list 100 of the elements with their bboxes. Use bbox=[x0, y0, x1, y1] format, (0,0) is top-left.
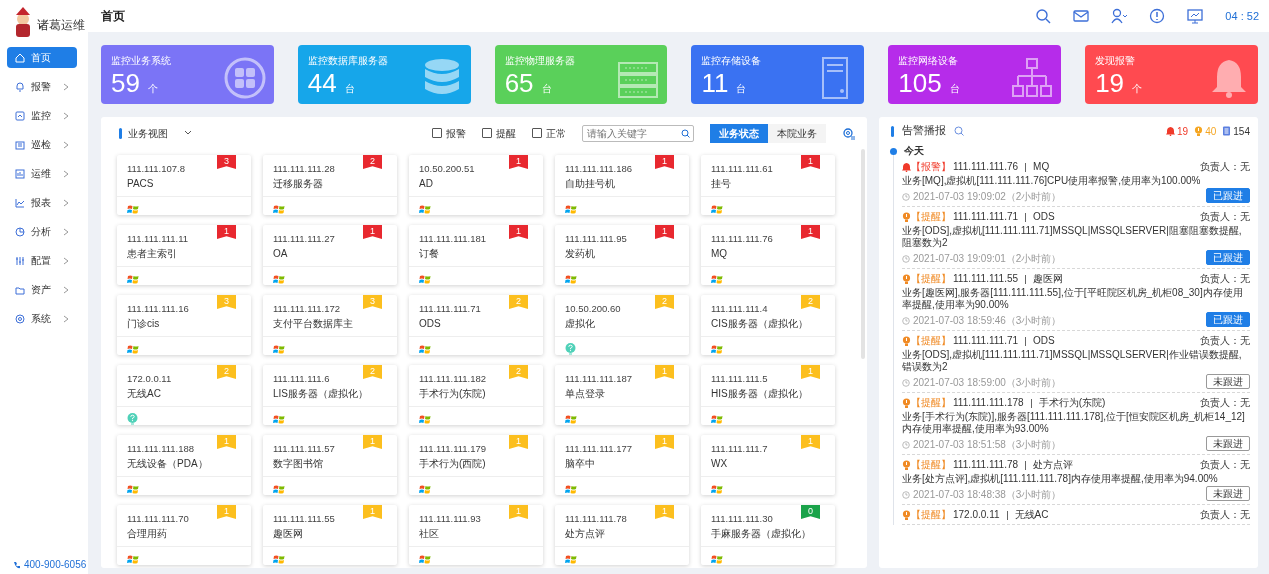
follow-up-button[interactable]: 已跟进 bbox=[1206, 188, 1250, 203]
sidebar-item[interactable]: 首页 bbox=[7, 47, 77, 68]
stat-unit: 个 bbox=[1132, 82, 1143, 96]
timeline-dot bbox=[890, 148, 897, 155]
host-card[interactable]: 111.111.111.181 订餐 1 bbox=[409, 225, 543, 285]
sidebar-item[interactable]: 运维 bbox=[7, 163, 77, 184]
follow-up-button[interactable]: 未跟进 bbox=[1206, 436, 1250, 451]
host-name: 手术行为(东院) bbox=[418, 387, 487, 400]
alert-system: 无线AC bbox=[1014, 509, 1049, 521]
view-tab[interactable]: 本院业务 bbox=[768, 123, 826, 143]
user-menu-button[interactable] bbox=[1111, 8, 1128, 24]
host-card[interactable]: 111.111.111.5 HIS服务器（虚拟化） 1 bbox=[701, 365, 835, 425]
follow-up-button[interactable]: 未跟进 bbox=[1206, 486, 1250, 501]
alert-ip: 172.0.0.11 bbox=[953, 509, 1000, 521]
host-ip: 111.111.111.78 bbox=[565, 513, 627, 524]
host-card[interactable]: 111.111.107.8 PACS 3 bbox=[117, 155, 251, 215]
alert-message: 业务[ODS],虚拟机[111.111.111.71]MSSQL|MSSQLSERVER|阻塞阻塞数提醒,阻塞数为2 bbox=[902, 225, 1243, 249]
sidebar-item[interactable]: 资产 bbox=[7, 279, 77, 300]
settings-button[interactable] bbox=[842, 126, 855, 140]
host-ip: 111.111.111.188 bbox=[127, 443, 195, 454]
alert-count-badge: 3 bbox=[217, 155, 236, 169]
sidebar-item[interactable]: 巡检 bbox=[7, 134, 77, 155]
host-name: OA bbox=[272, 247, 289, 260]
dropdown-caret-icon[interactable] bbox=[184, 130, 192, 136]
alert-count-badge: 1 bbox=[655, 155, 674, 169]
sidebar-item[interactable]: 系统 bbox=[7, 308, 77, 329]
sidebar-item[interactable]: 配置 bbox=[7, 250, 77, 271]
alert-count-badge: 1 bbox=[801, 225, 820, 239]
host-card[interactable]: 111.111.111.11 患者主索引 1 bbox=[117, 225, 251, 285]
alert-count-badge: 1 bbox=[363, 225, 382, 239]
follow-up-button[interactable]: 已跟进 bbox=[1206, 250, 1250, 265]
search-button[interactable] bbox=[1035, 8, 1052, 24]
search-field[interactable]: 请输入关键字 bbox=[582, 124, 694, 142]
host-card[interactable]: 111.111.111.76 MQ 1 bbox=[701, 225, 835, 285]
mail-button[interactable] bbox=[1073, 8, 1090, 24]
alert-message: 业务[趣医网],服务器[111.111.111.55],位于[平旺院区机房_机柜08_30]内存使用率提醒,使用率为90.00% bbox=[902, 287, 1244, 311]
host-card[interactable]: 10.50.200.51 AD 1 bbox=[409, 155, 543, 215]
follow-up-button[interactable]: 未跟进 bbox=[1206, 374, 1250, 389]
host-ip: 111.111.111.76 bbox=[711, 233, 773, 244]
clock-icon bbox=[902, 255, 910, 263]
sidebar-item[interactable]: 分析 bbox=[7, 221, 77, 242]
sidebar-item[interactable]: 报表 bbox=[7, 192, 77, 213]
monitor-button[interactable] bbox=[1187, 8, 1204, 24]
alert-count-badge: 1 bbox=[217, 435, 236, 449]
alert-count-badge: 2 bbox=[801, 295, 820, 309]
host-name: 处方点评 bbox=[564, 527, 606, 540]
sidebar-item[interactable]: 监控 bbox=[7, 105, 77, 126]
host-card[interactable]: 111.111.111.93 社区 1 bbox=[409, 505, 543, 565]
filter-checkbox[interactable]: 提醒 bbox=[482, 125, 516, 141]
alert-ip: 111.111.111.71 bbox=[953, 335, 1019, 347]
host-card[interactable]: 172.0.0.11 无线AC 2 bbox=[117, 365, 251, 425]
bell-icon bbox=[15, 81, 25, 92]
alert-count-badge: 1 bbox=[363, 435, 382, 449]
owner-label: 负责人：无 bbox=[1200, 509, 1250, 521]
host-card[interactable]: 111.111.111.57 数字图书馆 1 bbox=[263, 435, 397, 495]
follow-up-button[interactable]: 已跟进 bbox=[1206, 312, 1250, 327]
host-ip: 111.111.111.177 bbox=[565, 443, 633, 454]
owner-label: 负责人：无 bbox=[1200, 459, 1250, 471]
search-button[interactable] bbox=[954, 126, 964, 136]
host-name: 数字图书馆 bbox=[272, 457, 324, 470]
alert-count-badge: 1 bbox=[801, 155, 820, 169]
host-card[interactable]: 111.111.111.70 合理用药 1 bbox=[117, 505, 251, 565]
alert-count-badge: 1 bbox=[363, 505, 382, 519]
host-card[interactable]: 111.111.111.7 WX 1 bbox=[701, 435, 835, 495]
host-card[interactable]: 111.111.111.78 处方点评 1 bbox=[555, 505, 689, 565]
host-card[interactable]: 111.111.111.27 OA 1 bbox=[263, 225, 397, 285]
host-card[interactable]: 111.111.111.177 脑卒中 1 bbox=[555, 435, 689, 495]
host-card[interactable]: 111.111.111.172 支付平台数据库主 3 bbox=[263, 295, 397, 355]
host-card[interactable]: 111.111.111.95 发药机 1 bbox=[555, 225, 689, 285]
alert-count-badge: 3 bbox=[217, 295, 236, 309]
host-card[interactable]: 111.111.111.28 迁移服务器 2 bbox=[263, 155, 397, 215]
host-card[interactable]: 111.111.111.188 无线设备（PDA） 1 bbox=[117, 435, 251, 495]
host-name: MQ bbox=[710, 247, 729, 260]
info-button[interactable] bbox=[1149, 8, 1166, 24]
page-title: 首页 bbox=[101, 8, 125, 25]
host-card[interactable]: 111.111.111.186 自助挂号机 1 bbox=[555, 155, 689, 215]
alert-count-badge: 3 bbox=[363, 295, 382, 309]
host-card[interactable]: 111.111.111.182 手术行为(东院) 2 bbox=[409, 365, 543, 425]
host-card[interactable]: 111.111.111.187 单点登录 1 bbox=[555, 365, 689, 425]
host-ip: 111.111.111.28 bbox=[273, 163, 335, 174]
host-card[interactable]: 111.111.111.71 ODS 2 bbox=[409, 295, 543, 355]
owner-label: 负责人：无 bbox=[1200, 211, 1250, 223]
host-card[interactable]: 111.111.111.6 LIS服务器（虚拟化） 2 bbox=[263, 365, 397, 425]
host-card[interactable]: 111.111.111.30 手麻服务器（虚拟化） 0 bbox=[701, 505, 835, 565]
host-card[interactable]: 111.111.111.55 趣医网 1 bbox=[263, 505, 397, 565]
host-card[interactable]: 111.111.111.16 门诊cis 3 bbox=[117, 295, 251, 355]
host-card[interactable]: 111.111.111.179 手术行为(西院) 1 bbox=[409, 435, 543, 495]
host-name: 脑卒中 bbox=[564, 457, 596, 470]
host-name: WX bbox=[710, 457, 729, 470]
sidebar-item[interactable]: 报警 bbox=[7, 76, 77, 97]
alert-message: 业务[MQ],虚拟机[111.111.111.76]CPU使用率报警,使用率为100.00% bbox=[902, 175, 1202, 187]
host-card[interactable]: 10.50.200.60 虚拟化 2 bbox=[555, 295, 689, 355]
filter-checkbox[interactable]: 正常 bbox=[532, 125, 566, 141]
host-card[interactable]: 111.111.111.61 挂号 1 bbox=[701, 155, 835, 215]
host-name: LIS服务器（虚拟化） bbox=[272, 387, 369, 400]
filter-checkbox[interactable]: 报警 bbox=[432, 125, 466, 141]
host-ip: 111.111.111.95 bbox=[565, 233, 627, 244]
host-card[interactable]: 111.111.111.4 CIS服务器（虚拟化） 2 bbox=[701, 295, 835, 355]
alert-count-badge: 1 bbox=[217, 505, 236, 519]
view-tab[interactable]: 业务状态 bbox=[710, 123, 768, 143]
